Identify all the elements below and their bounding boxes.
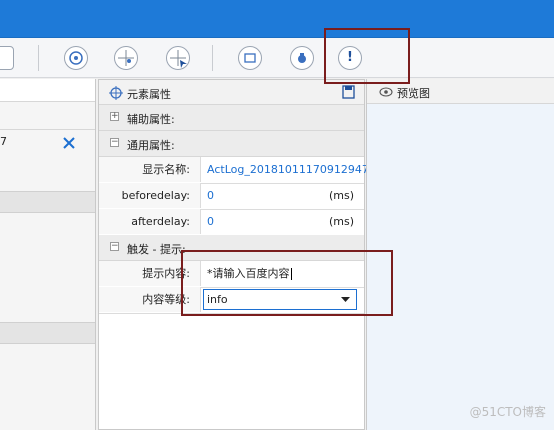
- collapse-icon[interactable]: −: [110, 138, 119, 147]
- left-item-text: 7: [0, 135, 7, 148]
- save-icon[interactable]: [342, 85, 355, 99]
- eye-icon: [379, 87, 393, 97]
- target-dot-icon[interactable]: [114, 46, 138, 70]
- section-auxiliary-properties[interactable]: + 辅助属性:: [99, 105, 364, 131]
- annotation-box: [181, 250, 393, 316]
- properties-title: 元素属性: [127, 88, 171, 101]
- left-group-header[interactable]: [0, 191, 95, 213]
- property-label: afterdelay:: [99, 209, 201, 234]
- toolbar: !: [0, 38, 554, 78]
- unit-label: (ms): [329, 215, 355, 228]
- list-icon[interactable]: [0, 46, 14, 70]
- left-panel-header: [0, 79, 95, 102]
- property-label: beforedelay:: [99, 183, 201, 208]
- target-cursor-icon[interactable]: [166, 46, 190, 70]
- property-row-beforedelay: beforedelay: 0 (ms): [99, 183, 364, 210]
- section-general-properties[interactable]: − 通用属性:: [99, 131, 364, 157]
- section-label: 触发 - 提示:: [127, 243, 186, 256]
- preview-title: 预览图: [397, 87, 430, 100]
- target-icon[interactable]: [64, 46, 88, 70]
- section-label: 辅助属性:: [127, 113, 175, 126]
- message-icon[interactable]: [238, 46, 262, 70]
- toolbar-separator: [212, 45, 213, 71]
- preview-panel: 预览图: [366, 79, 554, 430]
- divider: [0, 129, 95, 130]
- expand-icon[interactable]: +: [110, 112, 119, 121]
- target-icon: [109, 86, 123, 100]
- left-group-header[interactable]: [0, 322, 95, 344]
- property-label: 显示名称:: [99, 157, 201, 182]
- unit-label: (ms): [329, 189, 355, 202]
- robot-icon[interactable]: [290, 46, 314, 70]
- toolbar-separator: [38, 45, 39, 71]
- property-row-afterdelay: afterdelay: 0 (ms): [99, 209, 364, 236]
- watermark: @51CTO博客: [469, 405, 546, 419]
- collapse-icon[interactable]: −: [110, 242, 119, 251]
- annotation-box: [324, 28, 410, 84]
- close-icon[interactable]: [62, 136, 76, 150]
- display-name-field[interactable]: ActLog_20181011170912947: [202, 157, 369, 182]
- left-panel: 7: [0, 79, 96, 430]
- app-title-bar: [0, 0, 554, 38]
- section-label: 通用属性:: [127, 139, 175, 152]
- property-row-display-name: 显示名称: ActLog_20181011170912947: [99, 157, 369, 184]
